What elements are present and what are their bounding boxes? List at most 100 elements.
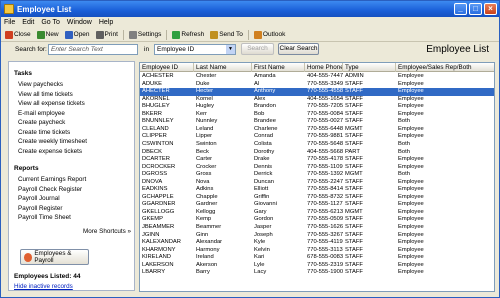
- table-row[interactable]: AKORNEL Kornel Alex 404-555-1654 STAFF Employ…: [140, 95, 494, 104]
- table-cell: 770-555-1127: [307, 201, 343, 208]
- table-row[interactable]: BHUGLEY Hugley Brandon 770-555-7205 STAFF Emp…: [140, 103, 494, 111]
- column-header[interactable]: Last Name: [194, 63, 252, 72]
- table-cell: Employee: [398, 73, 424, 79]
- report-link[interactable]: Payroll Time Sheet: [18, 214, 71, 221]
- print-button[interactable]: Print: [94, 29, 120, 41]
- refresh-icon: [172, 30, 181, 39]
- minimize-button[interactable]: _: [454, 3, 467, 15]
- table-row[interactable]: EADKINS Adkins Elliott 770-555-8414 STAFF Emp…: [140, 186, 494, 194]
- table-row[interactable]: KIRELAND Ireland Kari 678-555-0083 STAFF Empl…: [140, 254, 494, 262]
- table-cell: LBARRY: [142, 269, 166, 276]
- chevron-down-icon[interactable]: ▼: [226, 45, 235, 54]
- table-row[interactable]: CLELAND Leland Charlene 770-555-6448 MGMT Emp…: [140, 125, 494, 134]
- menu-go-to[interactable]: Go To: [41, 19, 60, 26]
- table-cell: Lipper: [196, 133, 213, 140]
- search-input[interactable]: Enter Search Text: [48, 44, 138, 55]
- table-row[interactable]: GGARDNER Gardner Giovanni 770-555-1127 STAFF…: [140, 201, 494, 209]
- table-row[interactable]: GKELLOGG Kellogg Gary 770-555-6213 MGMT Emplo…: [140, 209, 494, 217]
- table-cell: STAFF: [345, 88, 363, 95]
- send-to-button[interactable]: Send To: [208, 29, 245, 41]
- table-row[interactable]: BKERR Kerr Bob 770-555-0084 STAFF Employee: [140, 110, 494, 119]
- table-cell: BHUGLEY: [142, 103, 170, 110]
- table-cell: 770-555-8414: [307, 186, 343, 193]
- table-cell: Ginn: [196, 231, 209, 238]
- search-button[interactable]: Search: [241, 43, 274, 55]
- table-row[interactable]: ACHESTER Chester Amanda 404-555-7447 ADMIN Em…: [140, 73, 494, 81]
- table-cell: STAFF: [345, 231, 363, 238]
- table-row[interactable]: KHARMONY Harmony Kelvin 770-555-3113 STAFF Em…: [140, 247, 494, 255]
- table-row[interactable]: DNOVA Nova Duncan 770-555-2247 STAFF Employee: [140, 178, 494, 187]
- report-link[interactable]: Current Earnings Report: [18, 176, 86, 183]
- table-cell: 770-555-0027: [307, 118, 343, 125]
- table-row[interactable]: DCROCKER Crocker Dennis 770-555-1109 STAFF Em…: [140, 163, 494, 172]
- payroll-icon: [24, 252, 33, 262]
- table-row[interactable]: DGROSS Gross Derrick 770-555-1392 MGMT Both: [140, 171, 494, 179]
- table-cell: 404-555-1654: [307, 95, 343, 102]
- search-label: Search for:: [15, 46, 47, 53]
- table-cell: Lyle: [254, 261, 265, 268]
- table-row[interactable]: BNUNNLEY Nunnley Brandee 770-555-0027 STAFF B…: [140, 118, 494, 126]
- table-cell: Carter: [196, 156, 213, 163]
- outlook-button[interactable]: Outlook: [252, 29, 287, 41]
- search-field-select[interactable]: Employee ID ▼: [154, 44, 236, 55]
- toolbar-separator: [247, 29, 249, 40]
- maximize-button[interactable]: □: [469, 3, 482, 15]
- table-cell: Employee: [398, 178, 424, 185]
- column-header[interactable]: Employee ID: [140, 63, 194, 72]
- table-row[interactable]: JGINN Ginn Joseph 770-555-3267 STAFF Employee: [140, 231, 494, 240]
- table-cell: 770-555-4119: [307, 239, 343, 246]
- menu-edit[interactable]: Edit: [22, 19, 34, 26]
- column-header[interactable]: Employee/Sales Rep/Both: [396, 63, 494, 72]
- table-row[interactable]: LAKERSON Akerson Lyle 770-555-2319 STAFF Empl…: [140, 261, 494, 270]
- more-shortcuts-link[interactable]: More Shortcuts »: [83, 228, 131, 235]
- task-link[interactable]: View all time tickets: [18, 91, 73, 98]
- table-row[interactable]: DCARTER Carter Drake 770-555-4178 STAFF Emplo…: [140, 156, 494, 164]
- new-button[interactable]: New: [35, 29, 61, 41]
- task-link[interactable]: Create weekly timesheet: [18, 138, 87, 145]
- close-button[interactable]: Close: [3, 29, 33, 41]
- menu-file[interactable]: File: [4, 19, 15, 26]
- table-row[interactable]: JBEAMMER Beammer Jasper 770-555-1626 STAFF Em…: [140, 224, 494, 232]
- table-cell: STAFF: [345, 193, 363, 200]
- report-link[interactable]: Payroll Register: [18, 205, 62, 212]
- table-cell: CSWINTON: [142, 140, 174, 147]
- report-link[interactable]: Payroll Check Register: [18, 186, 82, 193]
- column-header[interactable]: Home Phone: [305, 63, 343, 72]
- table-cell: STAFF: [345, 269, 363, 276]
- table-row[interactable]: ADUKE Duke Al 770-555-3349 STAFF Employee: [140, 81, 494, 89]
- menu-window[interactable]: Window: [67, 19, 92, 26]
- task-link[interactable]: E-mail employee: [18, 110, 65, 117]
- settings-button[interactable]: Settings: [127, 29, 164, 41]
- toolbar: Close New Open Print Settings Refresh Send To O…: [1, 28, 499, 42]
- table-row[interactable]: CSWINTON Swinton Colista 770-555-5648 STAFF B…: [140, 140, 494, 149]
- table-row[interactable]: LBARRY Barry Lacy 770-555-1900 STAFF Employee: [140, 269, 494, 277]
- task-link[interactable]: View all expense tickets: [18, 100, 85, 107]
- table-row[interactable]: DBECK Beck Dorothy 404-555-5668 PART Both: [140, 149, 494, 157]
- employees-payroll-button[interactable]: Employees & Payroll: [20, 249, 89, 265]
- table-row[interactable]: GCHAPPLE Chapple Griffin 770-555-8732 STAFF E…: [140, 193, 494, 202]
- menu-help[interactable]: Help: [99, 19, 113, 26]
- task-link[interactable]: View paychecks: [18, 81, 63, 88]
- column-header[interactable]: First Name: [252, 63, 305, 72]
- table-row[interactable]: AHECTER Hecter Anthony 770-555-4558 STAFF Emp…: [140, 88, 494, 96]
- table-cell: Swinton: [196, 140, 217, 147]
- title-bar[interactable]: Employee List _ □ ×: [1, 1, 499, 17]
- column-header[interactable]: Type: [343, 63, 396, 72]
- task-link[interactable]: Create time tickets: [18, 129, 70, 136]
- refresh-button[interactable]: Refresh: [170, 29, 206, 41]
- toolbar-label: Close: [14, 31, 31, 38]
- table-cell: STAFF: [345, 163, 363, 170]
- close-window-button[interactable]: ×: [484, 3, 497, 15]
- open-button[interactable]: Open: [63, 29, 92, 41]
- task-link[interactable]: Create expense tickets: [18, 148, 82, 155]
- table-cell: Bob: [254, 110, 265, 117]
- table-cell: Leland: [196, 125, 214, 132]
- table-row[interactable]: CLIPPER Lipper Conrad 770-555-9881 STAFF Empl…: [140, 133, 494, 141]
- report-link[interactable]: Payroll Journal: [18, 195, 60, 202]
- clear-search-button[interactable]: Clear Search: [278, 43, 319, 55]
- table-row[interactable]: KALEXANDAR Alexandar Kyle 770-555-4119 STAFF…: [140, 239, 494, 247]
- task-link[interactable]: Create paycheck: [18, 119, 65, 126]
- hide-inactive-link[interactable]: Hide inactive records: [14, 283, 73, 290]
- table-row[interactable]: GKEMP Kemp Gordon 770-555-0509 STAFF Employee: [140, 216, 494, 224]
- table-cell: Alex: [254, 95, 266, 102]
